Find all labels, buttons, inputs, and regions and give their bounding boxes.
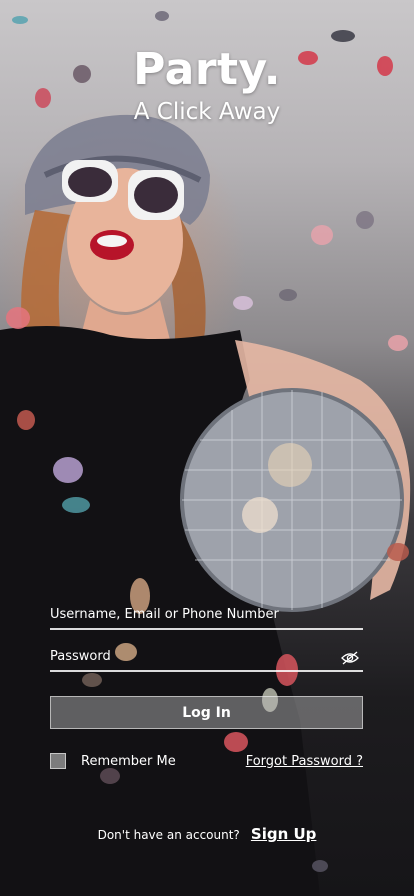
eye-off-icon[interactable] — [341, 651, 359, 665]
password-input[interactable] — [50, 649, 330, 664]
signup-prompt: Don't have an account? — [97, 828, 240, 842]
remember-me: Remember Me — [50, 753, 176, 769]
login-screen: Party. A Click Away Log In Remember Me — [0, 0, 414, 896]
remember-me-checkbox[interactable] — [50, 753, 66, 769]
signup-row: Don't have an account? Sign Up — [0, 824, 414, 843]
remember-me-label[interactable]: Remember Me — [81, 754, 176, 769]
signup-link[interactable]: Sign Up — [251, 825, 317, 843]
username-input[interactable] — [50, 607, 330, 622]
login-button-label: Log In — [182, 704, 231, 721]
login-options-row: Remember Me Forgot Password ? — [50, 752, 363, 770]
forgot-password-link[interactable]: Forgot Password ? — [246, 754, 363, 769]
login-form: Log In Remember Me Forgot Password ? — [50, 598, 363, 770]
brand-tagline: A Click Away — [133, 99, 281, 125]
brand-title: Party. — [133, 44, 281, 95]
brand-header: Party. A Click Away — [0, 44, 414, 126]
login-button[interactable]: Log In — [50, 696, 363, 729]
username-field-wrapper — [50, 598, 363, 630]
password-field-wrapper — [50, 640, 363, 672]
